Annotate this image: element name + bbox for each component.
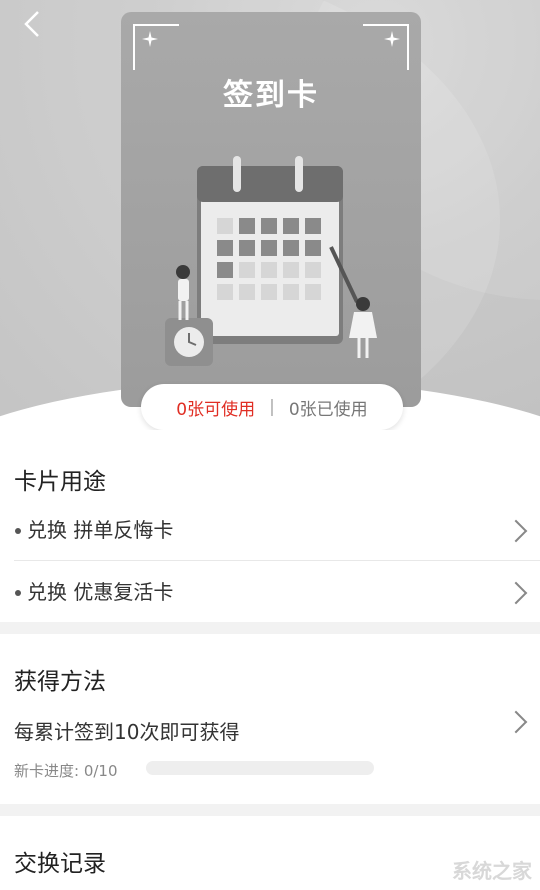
sparkle-icon bbox=[384, 31, 400, 47]
sparkle-icon bbox=[142, 31, 158, 47]
bullet-icon bbox=[15, 528, 21, 534]
usage-item-label: 兑换 拼单反悔卡 bbox=[27, 518, 174, 542]
method-title: 获得方法 bbox=[14, 669, 106, 695]
chevron-right-icon bbox=[504, 519, 528, 543]
sign-in-card: 签到卡 bbox=[121, 12, 421, 407]
usage-item-regret-card[interactable]: 兑换 拼单反悔卡 bbox=[0, 500, 540, 560]
section-divider bbox=[0, 804, 540, 816]
records-title: 交换记录 bbox=[14, 851, 106, 877]
chevron-right-icon bbox=[504, 710, 528, 734]
used-count: 0张已使用 bbox=[288, 399, 368, 420]
available-count: 0张可使用 bbox=[176, 399, 256, 420]
chevron-left-icon bbox=[24, 11, 39, 37]
card-count-pill: 0张可使用 | 0张已使用 bbox=[141, 384, 403, 430]
chevron-right-icon bbox=[504, 581, 528, 605]
section-divider bbox=[0, 622, 540, 634]
method-section[interactable]: 获得方法 每累计签到10次即可获得 新卡进度: 0/10 bbox=[0, 634, 540, 804]
bullet-icon bbox=[15, 590, 21, 596]
back-button[interactable] bbox=[16, 6, 52, 42]
count-separator: | bbox=[269, 397, 275, 417]
usage-item-revive-card[interactable]: 兑换 优惠复活卡 bbox=[0, 562, 540, 622]
method-description: 每累计签到10次即可获得 bbox=[14, 720, 240, 744]
hero-banner: 签到卡 0张可使用 | 0张已使用 bbox=[0, 0, 540, 430]
row-divider bbox=[14, 560, 540, 561]
usage-section: 卡片用途 兑换 拼单反悔卡 兑换 优惠复活卡 bbox=[0, 430, 540, 622]
usage-title: 卡片用途 bbox=[14, 469, 106, 495]
progress-bar bbox=[146, 761, 374, 775]
calendar-illustration bbox=[165, 156, 377, 366]
progress-label: 新卡进度: 0/10 bbox=[14, 762, 118, 780]
usage-item-label: 兑换 优惠复活卡 bbox=[27, 580, 174, 604]
watermark: 系统之家 bbox=[452, 859, 532, 883]
card-title: 签到卡 bbox=[223, 78, 319, 113]
